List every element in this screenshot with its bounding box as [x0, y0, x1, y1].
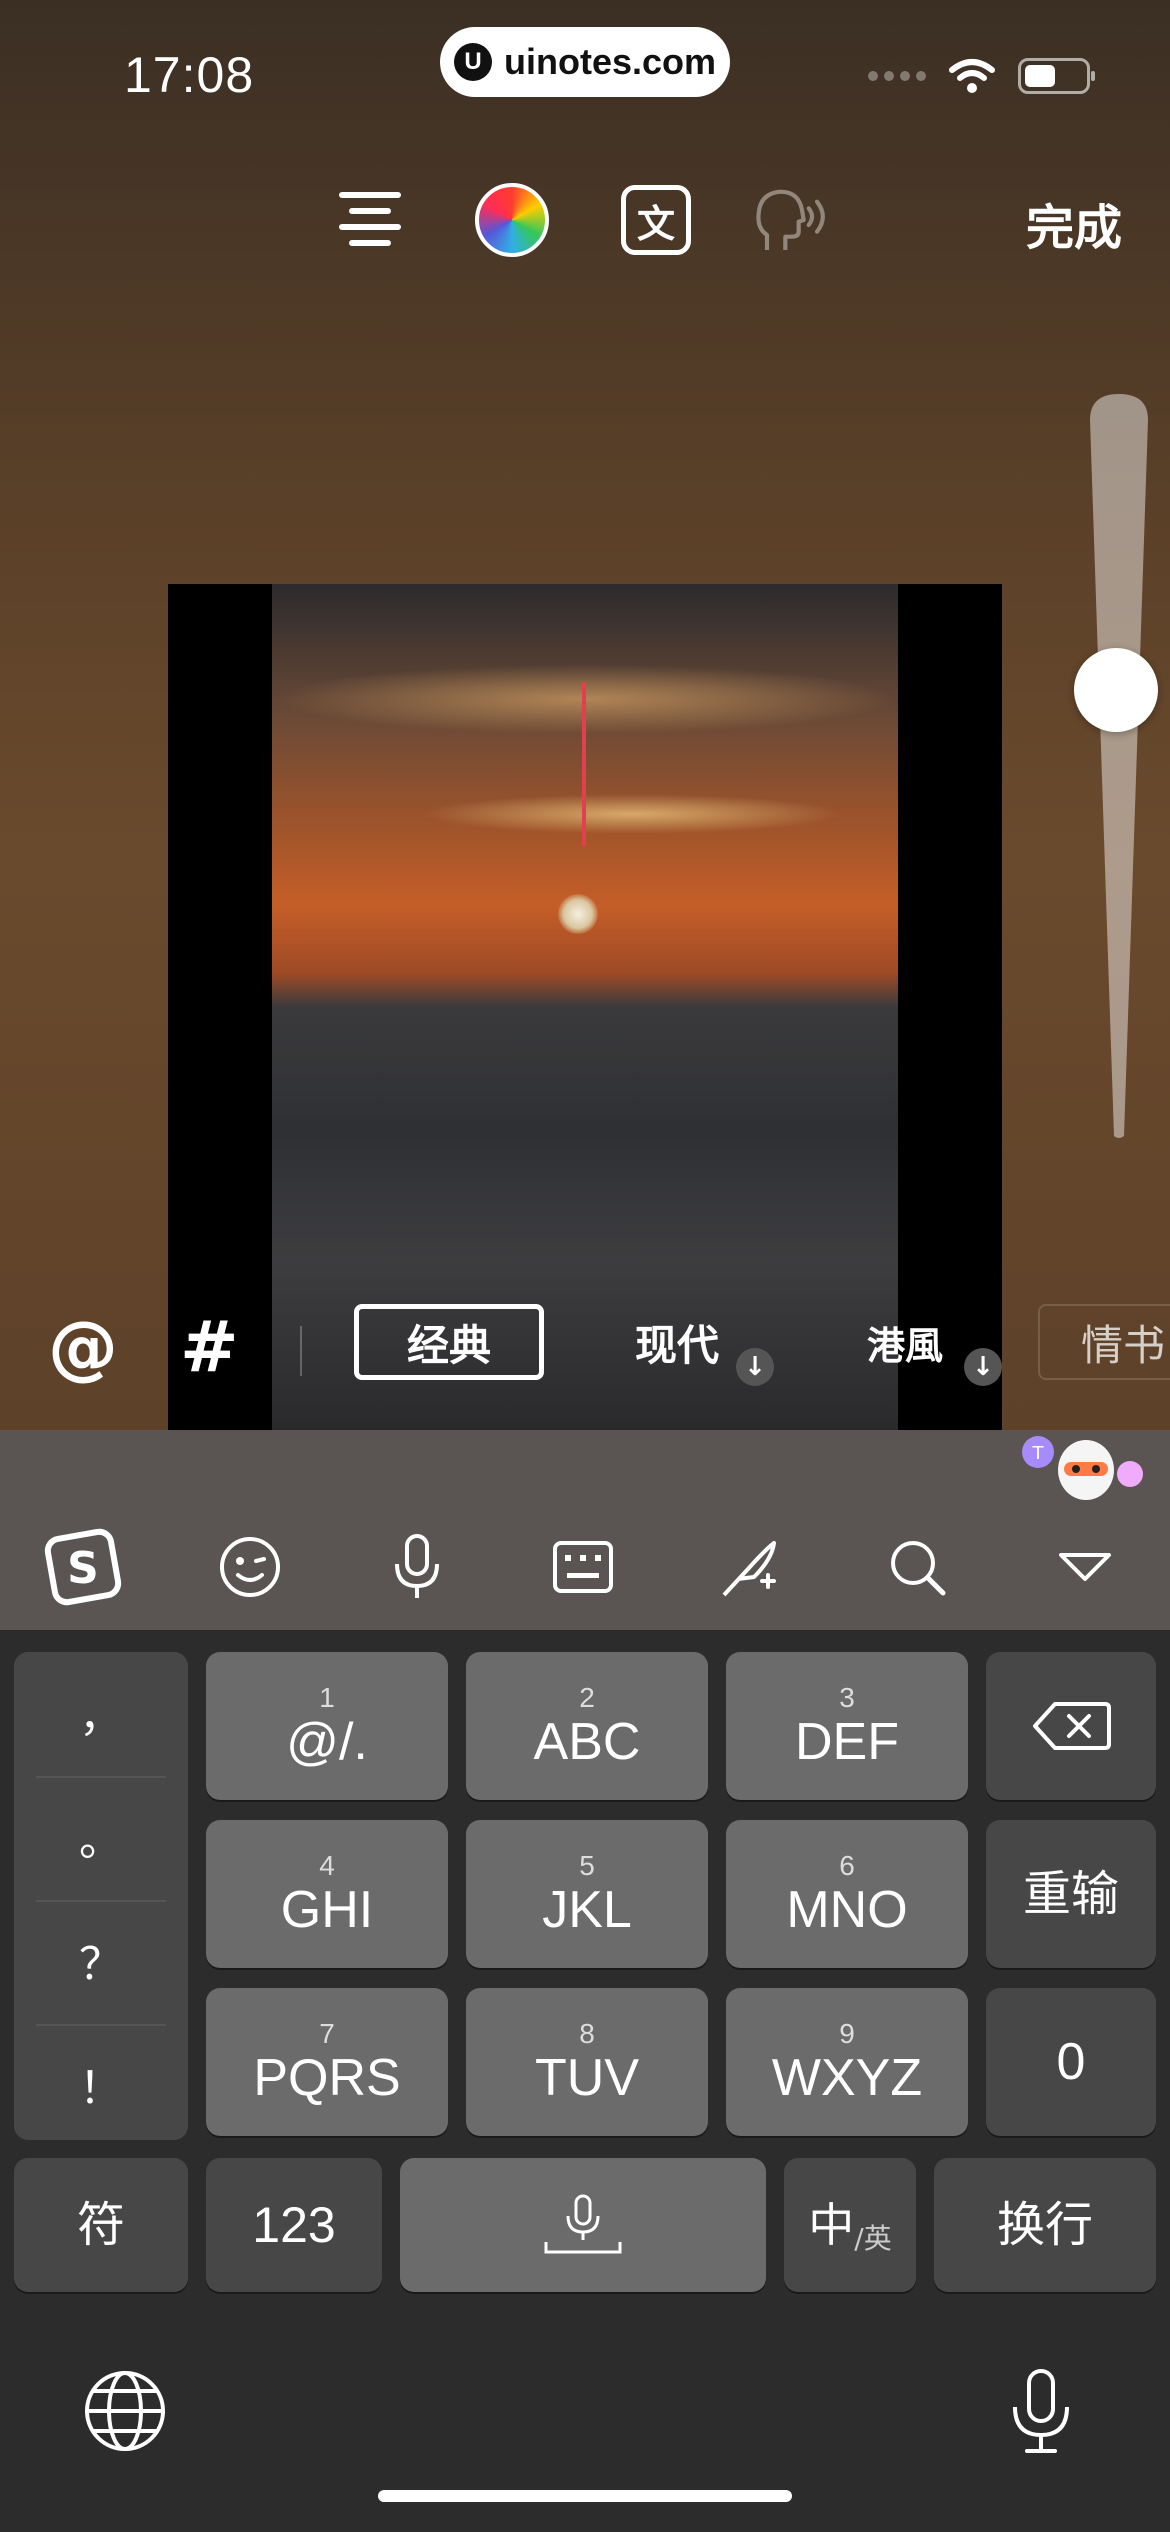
font-chip-loveletter[interactable]: 情书 [1038, 1304, 1170, 1380]
punct-period[interactable]: 。 [14, 1776, 188, 1896]
key-0[interactable]: 0 [986, 1988, 1156, 2136]
numbers-key[interactable]: 123 [206, 2158, 382, 2292]
align-icon[interactable] [330, 180, 410, 260]
font-chip-classic[interactable]: 经典 [354, 1304, 544, 1380]
text-style-row: @ # 经典 现代 ↓ 港風 ↓ 情书 [0, 1296, 1170, 1396]
key-3[interactable]: 3 DEF [726, 1652, 968, 1800]
punctuation-column: ， 。 ？ ！ [14, 1652, 188, 2140]
status-time: 17:08 [124, 47, 255, 103]
key-6[interactable]: 6 MNO [726, 1820, 968, 1968]
svg-text:T: T [1032, 1443, 1045, 1464]
backspace-icon [1033, 1702, 1111, 1750]
key-sublabel: /英 [854, 2222, 892, 2255]
divider [300, 1326, 302, 1376]
key-number: 6 [839, 1850, 855, 1881]
key-number: 7 [319, 2018, 335, 2049]
download-icon: ↓ [736, 1348, 774, 1386]
punct-comma[interactable]: ， [14, 1652, 188, 1772]
url-text: uinotes.com [503, 41, 717, 82]
mascot-icon[interactable]: T [1018, 1432, 1148, 1504]
microphone-icon[interactable] [372, 1522, 462, 1612]
font-chip-label: 港風 [866, 1323, 943, 1368]
key-number: 3 [839, 1682, 855, 1713]
key-label: 重输 [1022, 1866, 1119, 1922]
url-pill[interactable]: U uinotes.com [440, 27, 730, 97]
key-4[interactable]: 4 GHI [206, 1820, 448, 1968]
text-to-speech-icon[interactable] [752, 180, 832, 260]
key-label: WXYZ [771, 2049, 923, 2107]
home-indicator[interactable] [378, 2490, 792, 2502]
space-key[interactable] [400, 2158, 766, 2292]
key-label: JKL [542, 1881, 632, 1939]
symbols-key[interactable]: 符 [14, 2158, 188, 2292]
text-cursor [582, 682, 586, 846]
delete-key[interactable] [986, 1652, 1156, 1800]
retype-key[interactable]: 重输 [986, 1820, 1156, 1968]
key-label: 123 [252, 2197, 336, 2253]
download-icon: ↓ [964, 1348, 1002, 1386]
font-chip-modern[interactable]: 现代 ↓ [582, 1304, 774, 1386]
globe-icon[interactable] [80, 2366, 170, 2456]
key-8[interactable]: 8 TUV [466, 1988, 708, 2136]
key-9[interactable]: 9 WXYZ [726, 1988, 968, 2136]
language-toggle-key[interactable]: 中 /英 [784, 2158, 916, 2292]
key-label: MNO [786, 1881, 908, 1939]
key-number: 5 [579, 1850, 595, 1881]
key-7[interactable]: 7 PQRS [206, 1988, 448, 2136]
status-indicators [868, 58, 1095, 94]
key-label: 换行 [996, 2197, 1093, 2253]
punct-question[interactable]: ？ [14, 1900, 188, 2020]
key-number: 2 [579, 1682, 595, 1713]
key-label: @/. [286, 1713, 368, 1771]
key-1[interactable]: 1 @/. [206, 1652, 448, 1800]
sogou-logo-icon[interactable]: S [38, 1522, 128, 1612]
dictation-icon[interactable] [996, 2366, 1086, 2456]
key-label: 符 [76, 2197, 125, 2253]
key-number: 9 [839, 2018, 855, 2049]
key-label: TUV [535, 2049, 639, 2107]
cellular-signal-icon [868, 71, 926, 81]
collapse-icon[interactable] [1040, 1522, 1130, 1612]
svg-text:S: S [67, 1543, 99, 1594]
handwriting-icon[interactable] [705, 1522, 795, 1612]
font-chip-label: 经典 [406, 1320, 491, 1370]
wifi-icon [949, 59, 995, 93]
space-mic-icon [544, 2194, 622, 2254]
keyboard-icon[interactable] [538, 1522, 628, 1612]
text-size-slider[interactable] [1086, 390, 1152, 1140]
sun [558, 894, 598, 934]
translate-icon[interactable]: 文 [616, 180, 696, 260]
key-label: GHI [280, 1881, 374, 1939]
font-chip-label: 情书 [1080, 1320, 1165, 1370]
mention-button[interactable]: @ [48, 1306, 118, 1388]
font-chip-hongkong[interactable]: 港風 ↓ [810, 1304, 1002, 1386]
key-number: 8 [579, 2018, 595, 2049]
font-chip-label: 现代 [634, 1320, 719, 1370]
done-button[interactable]: 完成 [1026, 188, 1122, 258]
key-number: 1 [319, 1682, 335, 1713]
color-wheel-icon[interactable] [472, 180, 552, 260]
key-2[interactable]: 2 ABC [466, 1652, 708, 1800]
cloud-band-lit [422, 794, 842, 834]
search-icon[interactable] [872, 1522, 962, 1612]
newline-key[interactable]: 换行 [934, 2158, 1156, 2292]
hashtag-button[interactable]: # [180, 1306, 239, 1388]
slider-knob[interactable] [1074, 648, 1158, 732]
key-label: 中 [808, 2198, 855, 2252]
key-number: 4 [319, 1850, 335, 1881]
key-label: ABC [533, 1713, 641, 1771]
emoji-icon[interactable] [205, 1522, 295, 1612]
site-logo-icon: U [453, 43, 492, 81]
punct-exclaim[interactable]: ！ [14, 2024, 188, 2144]
key-label: DEF [795, 1713, 899, 1771]
key-5[interactable]: 5 JKL [466, 1820, 708, 1968]
key-label: PQRS [253, 2049, 401, 2107]
battery-icon [1018, 58, 1095, 94]
key-label: 0 [1056, 2033, 1086, 2091]
